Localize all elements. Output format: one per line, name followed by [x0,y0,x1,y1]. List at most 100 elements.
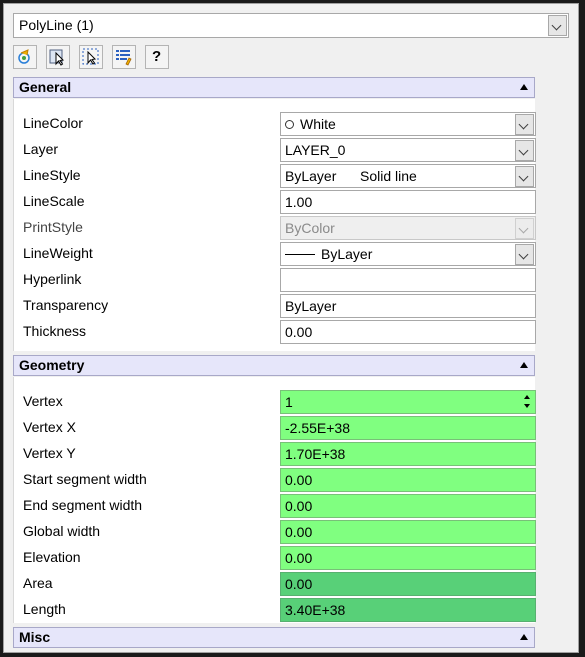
property-row-length: Length 3.40E+38 [14,597,536,623]
linescale-value: 1.00 [285,194,313,210]
start-width-value: 0.00 [285,472,313,488]
section-header-general[interactable]: General [13,77,535,98]
vertex-x-input[interactable]: -2.55E+38 [280,416,536,440]
property-row-linestyle: LineStyle ByLayer Solid line [14,163,536,189]
area-value: 0.00 [285,576,313,592]
property-row-hyperlink: Hyperlink [14,267,536,293]
property-label: Hyperlink [23,271,82,287]
layer-value: LAYER_0 [285,142,346,158]
toggle-pickadd-icon [18,49,30,64]
chevron-down-icon[interactable] [515,114,534,135]
printstyle-dropdown: ByColor [280,216,536,240]
entity-selector-dropdown[interactable]: PolyLine (1) [13,13,569,38]
section-title-misc: Misc [19,629,51,645]
section-header-misc[interactable]: Misc [13,627,535,648]
property-label: Length [23,601,66,617]
printstyle-value: ByColor [285,220,335,236]
layer-dropdown[interactable]: LAYER_0 [280,138,536,162]
transparency-input[interactable]: ByLayer [280,294,536,318]
property-row-transparency: Transparency ByLayer [14,293,536,319]
collapse-arrow-icon[interactable] [520,362,528,368]
property-row-layer: Layer LAYER_0 [14,137,536,163]
section-header-geometry[interactable]: Geometry [13,355,535,376]
elevation-input[interactable]: 0.00 [280,546,536,570]
property-row-start-width: Start segment width 0.00 [14,467,536,493]
collapse-arrow-icon[interactable] [520,84,528,90]
length-value: 3.40E+38 [285,602,346,618]
linestyle-value: ByLayer [285,168,337,184]
property-label: Vertex [23,393,63,409]
color-swatch-icon [285,120,294,129]
property-label: Area [23,575,53,591]
property-row-vertex-y: Vertex Y 1.70E+38 [14,441,536,467]
property-row-vertex-x: Vertex X -2.55E+38 [14,415,536,441]
property-label: Start segment width [23,471,147,487]
property-row-elevation: Elevation 0.00 [14,545,536,571]
vertex-spinner[interactable]: 1 [280,390,536,414]
vertex-value: 1 [285,394,293,410]
property-row-linecolor: LineColor White [14,111,536,137]
property-label: End segment width [23,497,143,513]
vertex-x-value: -2.55E+38 [285,420,350,436]
length-readout: 3.40E+38 [280,598,536,622]
global-width-value: 0.00 [285,524,313,540]
thickness-value: 0.00 [285,324,313,340]
property-label: LineWeight [23,245,93,261]
section-title-geometry: Geometry [19,357,85,373]
property-row-lineweight: LineWeight ByLayer [14,241,536,267]
end-width-input[interactable]: 0.00 [280,494,536,518]
chevron-down-icon[interactable] [548,15,567,36]
property-label: Global width [23,523,101,539]
property-label: Elevation [23,549,81,565]
entity-selector-value: PolyLine (1) [19,17,94,33]
property-label: LineScale [23,193,85,209]
property-row-global-width: Global width 0.00 [14,519,536,545]
quick-select-button[interactable] [79,45,103,69]
lineweight-dropdown[interactable]: ByLayer [280,242,536,266]
collapse-arrow-icon[interactable] [520,634,528,640]
section-body-general: LineColor White Layer LAYER_0 LineStyle … [13,99,536,351]
select-objects-button[interactable] [46,45,70,69]
properties-panel: PolyLine (1) ? General LineColor White L… [3,3,579,653]
linecolor-dropdown[interactable]: White [280,112,536,136]
linestyle-dropdown[interactable]: ByLayer Solid line [280,164,536,188]
property-row-area: Area 0.00 [14,571,536,597]
transparency-value: ByLayer [285,298,337,314]
chevron-down-icon[interactable] [515,166,534,187]
linescale-input[interactable]: 1.00 [280,190,536,214]
linestyle-description: Solid line [360,168,417,184]
spinner-arrows-icon[interactable] [523,393,531,411]
property-label: Vertex Y [23,445,76,461]
property-label: PrintStyle [23,219,83,235]
chevron-down-icon[interactable] [515,244,534,265]
chevron-down-icon[interactable] [515,140,534,161]
help-icon: ? [152,48,162,65]
vertex-y-input[interactable]: 1.70E+38 [280,442,536,466]
property-label: Thickness [23,323,87,339]
property-row-thickness: Thickness 0.00 [14,319,536,345]
property-label: Vertex X [23,419,76,435]
properties-list-button[interactable] [112,45,136,69]
help-button[interactable]: ? [145,45,169,69]
section-body-geometry: Vertex 1 Vertex X -2.55E+38 Vertex Y 1.7… [13,377,536,623]
vertex-y-value: 1.70E+38 [285,446,346,462]
end-width-value: 0.00 [285,498,313,514]
properties-list-icon [116,50,132,66]
line-sample-icon [285,254,315,255]
property-label: Layer [23,141,59,157]
toggle-pickadd-button[interactable] [13,45,37,69]
property-label: LineColor [23,115,83,131]
hyperlink-input[interactable] [280,268,536,292]
lineweight-value: ByLayer [321,246,373,262]
area-readout: 0.00 [280,572,536,596]
property-row-vertex: Vertex 1 [14,389,536,415]
property-label: Transparency [23,297,109,313]
property-row-linescale: LineScale 1.00 [14,189,536,215]
global-width-input[interactable]: 0.00 [280,520,536,544]
elevation-value: 0.00 [285,550,313,566]
property-row-printstyle: PrintStyle ByColor [14,215,536,241]
start-width-input[interactable]: 0.00 [280,468,536,492]
linecolor-value: White [300,116,336,132]
property-label: LineStyle [23,167,81,183]
thickness-input[interactable]: 0.00 [280,320,536,344]
